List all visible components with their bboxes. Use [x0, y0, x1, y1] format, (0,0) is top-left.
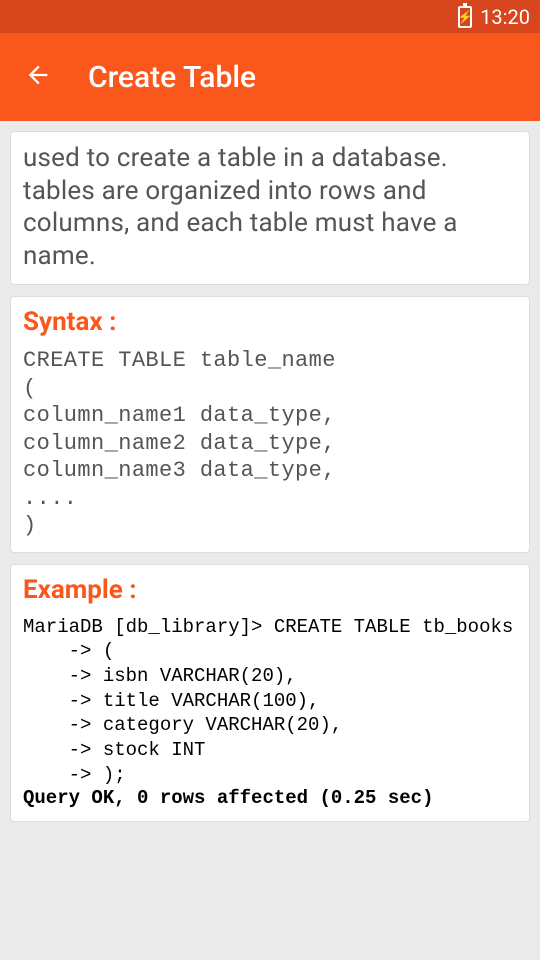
syntax-card: Syntax : CREATE TABLE table_name ( colum…: [10, 296, 530, 553]
description-text: used to create a table in a database. ta…: [23, 142, 517, 272]
app-bar: Create Table: [0, 33, 540, 121]
status-bar: ⚡ 13:20: [0, 0, 540, 33]
example-code: MariaDB [db_library]> CREATE TABLE tb_bo…: [23, 615, 517, 788]
syntax-code: CREATE TABLE table_name ( column_name1 d…: [23, 347, 517, 540]
status-time: 13:20: [480, 5, 530, 29]
content-area: used to create a table in a database. ta…: [0, 121, 540, 843]
example-card: Example : MariaDB [db_library]> CREATE T…: [10, 564, 530, 823]
page-title: Create Table: [88, 60, 256, 95]
example-heading: Example :: [23, 575, 517, 605]
back-arrow-icon[interactable]: [24, 61, 52, 94]
syntax-heading: Syntax :: [23, 307, 517, 337]
battery-charging-icon: ⚡: [458, 6, 472, 28]
description-card: used to create a table in a database. ta…: [10, 131, 530, 285]
example-result: Query OK, 0 rows affected (0.25 sec): [23, 787, 517, 809]
